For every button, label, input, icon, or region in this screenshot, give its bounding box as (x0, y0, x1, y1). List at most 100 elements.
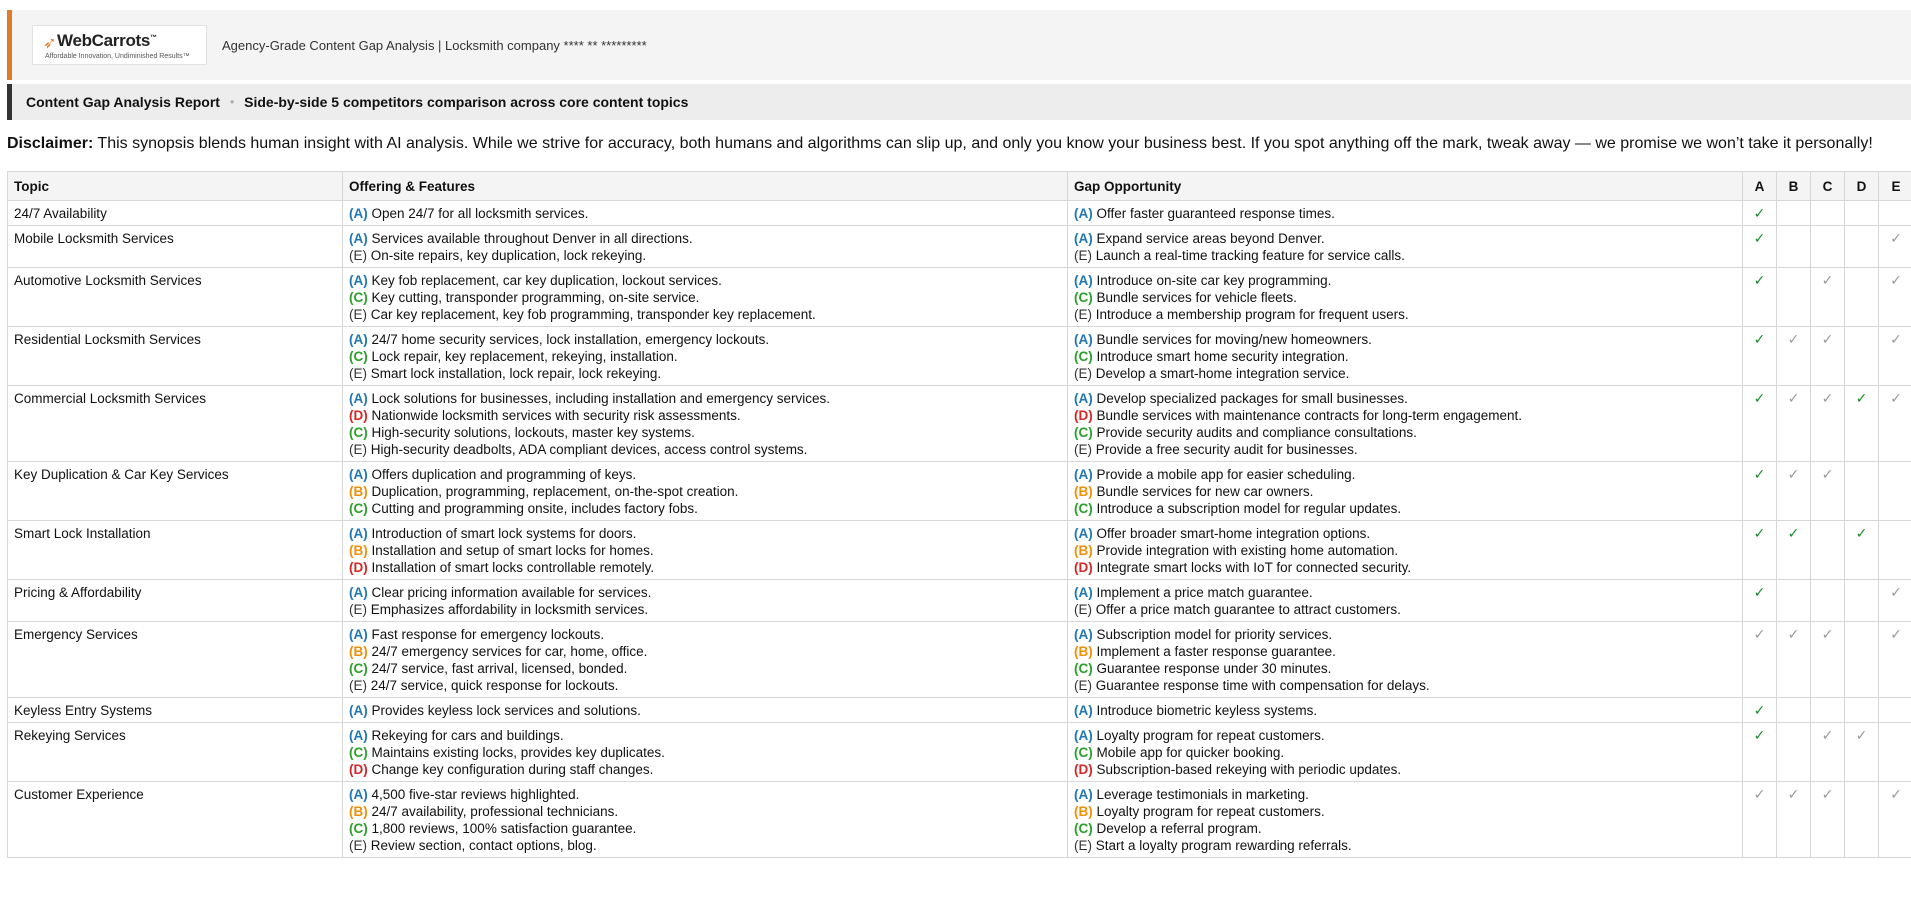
offering-line: (E) Emphasizes affordability in locksmit… (349, 601, 1061, 618)
line-text: Installation of smart locks controllable… (371, 560, 655, 575)
check-cell-b: ✓ (1776, 781, 1811, 858)
checkmark-icon: ✓ (1753, 272, 1766, 288)
competitor-tag: (D) (1074, 408, 1097, 423)
line-text: Introduce on-site car key programming. (1096, 273, 1332, 288)
offering-line: (B) Installation and setup of smart lock… (349, 542, 1061, 559)
line-text: Develop a smart-home integration service… (1095, 366, 1350, 381)
table-row: Key Duplication & Car Key Services (A) Of… (7, 461, 1911, 521)
competitor-tag: (A) (1074, 787, 1097, 802)
gap-line: (A) Provide a mobile app for easier sche… (1074, 466, 1736, 483)
check-cell-e (1878, 200, 1911, 226)
competitor-tag: (B) (1074, 543, 1097, 558)
line-text: Clear pricing information available for … (371, 585, 652, 600)
offering-cell: (A) 4,500 five-star reviews highlighted.… (342, 781, 1068, 858)
offering-line: (C) Cutting and programming onsite, incl… (349, 500, 1061, 517)
line-text: Guarantee response time with compensatio… (1095, 678, 1430, 693)
gap-line: (C) Introduce smart home security integr… (1074, 348, 1736, 365)
competitor-tag: (C) (1074, 425, 1097, 440)
checkmark-icon: ✓ (1753, 205, 1766, 221)
check-cell-a: ✓ (1742, 267, 1777, 327)
check-cell-a: ✓ (1742, 461, 1777, 521)
gap-line: (A) Expand service areas beyond Denver. (1074, 230, 1736, 247)
check-cell-a: ✓ (1742, 326, 1777, 386)
gap-cell: (A) Loyalty program for repeat customers… (1067, 722, 1743, 782)
check-cell-b: ✓ (1776, 461, 1811, 521)
line-text: Nationwide locksmith services with secur… (371, 408, 741, 423)
report-header: ➶ WebCarrots™ Affordable Innovation, Und… (7, 10, 1911, 80)
gap-line: (E) Start a loyalty program rewarding re… (1074, 837, 1736, 854)
offering-line: (C) 1,800 reviews, 100% satisfaction gua… (349, 820, 1061, 837)
checkmark-icon: ✓ (1821, 466, 1834, 482)
competitor-tag: (A) (349, 526, 372, 541)
gap-cell: (A) Implement a price match guarantee. (E… (1067, 579, 1743, 622)
table-row: Mobile Locksmith Services (A) Services av… (7, 225, 1911, 268)
checkmark-icon: ✓ (1787, 466, 1800, 482)
logo-tagline: Affordable Innovation, Undiminished Resu… (45, 53, 190, 60)
table-row: Emergency Services (A) Fast response for … (7, 621, 1911, 698)
line-text: Duplication, programming, replacement, o… (371, 484, 739, 499)
header-competitor-b: B (1776, 171, 1811, 201)
gap-cell: (A) Provide a mobile app for easier sche… (1067, 461, 1743, 521)
check-cell-c: ✓ (1810, 621, 1845, 698)
line-text: Loyalty program for repeat customers. (1096, 728, 1325, 743)
gap-line: (C) Bundle services for vehicle fleets. (1074, 289, 1736, 306)
line-text: 4,500 five-star reviews highlighted. (371, 787, 580, 802)
checkmark-icon: ✓ (1753, 584, 1766, 600)
checkmark-icon: ✓ (1855, 727, 1868, 743)
competitor-tag: (B) (349, 543, 372, 558)
check-cell-d (1844, 225, 1879, 268)
line-text: Key cutting, transponder programming, on… (371, 290, 700, 305)
competitor-tag: (C) (349, 425, 372, 440)
competitor-tag: (B) (1074, 804, 1097, 819)
offering-line: (A) 4,500 five-star reviews highlighted. (349, 786, 1061, 803)
offering-line: (B) 24/7 emergency services for car, hom… (349, 643, 1061, 660)
gap-line: (A) Leverage testimonials in marketing. (1074, 786, 1736, 803)
offering-line: (A) Fast response for emergency lockouts… (349, 626, 1061, 643)
line-text: Provides keyless lock services and solut… (371, 703, 641, 718)
checkmark-icon: ✓ (1855, 525, 1868, 541)
gap-line: (E) Introduce a membership program for f… (1074, 306, 1736, 323)
competitor-tag: (A) (349, 273, 372, 288)
competitor-tag: (A) (349, 728, 372, 743)
checkmark-icon: ✓ (1890, 331, 1902, 347)
line-text: Review section, contact options, blog. (370, 838, 597, 853)
line-text: Key fob replacement, car key duplication… (371, 273, 722, 288)
competitor-tag: (D) (1074, 762, 1097, 777)
topic-cell: Pricing & Affordability (7, 579, 343, 622)
line-text: Offer broader smart-home integration opt… (1096, 526, 1371, 541)
check-cell-c: ✓ (1810, 385, 1845, 462)
offering-line: (D) Installation of smart locks controll… (349, 559, 1061, 576)
line-text: Rekeying for cars and buildings. (371, 728, 564, 743)
gap-line: (B) Bundle services for new car owners. (1074, 483, 1736, 500)
check-cell-b: ✓ (1776, 326, 1811, 386)
gap-line: (A) Introduce biometric keyless systems. (1074, 702, 1736, 719)
offering-line: (E) Review section, contact options, blo… (349, 837, 1061, 854)
competitor-tag: (E) (349, 838, 371, 853)
check-cell-d (1844, 621, 1879, 698)
check-cell-b: ✓ (1776, 520, 1811, 580)
line-text: Subscription model for priority services… (1096, 627, 1333, 642)
table-row: Residential Locksmith Services (A) 24/7 h… (7, 326, 1911, 386)
line-text: 24/7 availability, professional technici… (371, 804, 619, 819)
topic-cell: Emergency Services (7, 621, 343, 698)
gap-line: (C) Mobile app for quicker booking. (1074, 744, 1736, 761)
checkmark-icon: ✓ (1890, 584, 1902, 600)
disclaimer-label: Disclaimer: (7, 135, 94, 152)
gap-line: (A) Offer broader smart-home integration… (1074, 525, 1736, 542)
header-offering: Offering & Features (342, 171, 1068, 201)
line-text: Open 24/7 for all locksmith services. (371, 206, 589, 221)
check-cell-b (1776, 722, 1811, 782)
competitor-tag: (A) (349, 332, 372, 347)
check-cell-c: ✓ (1810, 461, 1845, 521)
gap-line: (C) Provide security audits and complian… (1074, 424, 1736, 441)
webcarrots-logo[interactable]: ➶ WebCarrots™ Affordable Innovation, Und… (32, 25, 207, 65)
report-subbar: Content Gap Analysis Report • Side-by-si… (7, 84, 1911, 120)
gap-line: (D) Bundle services with maintenance con… (1074, 407, 1736, 424)
competitor-tag: (A) (1074, 627, 1097, 642)
check-cell-d (1844, 200, 1879, 226)
competitor-tag: (A) (349, 467, 372, 482)
competitor-tag: (E) (1074, 307, 1096, 322)
check-cell-a: ✓ (1742, 579, 1777, 622)
offering-line: (A) Provides keyless lock services and s… (349, 702, 1061, 719)
checkmark-icon: ✓ (1821, 727, 1834, 743)
